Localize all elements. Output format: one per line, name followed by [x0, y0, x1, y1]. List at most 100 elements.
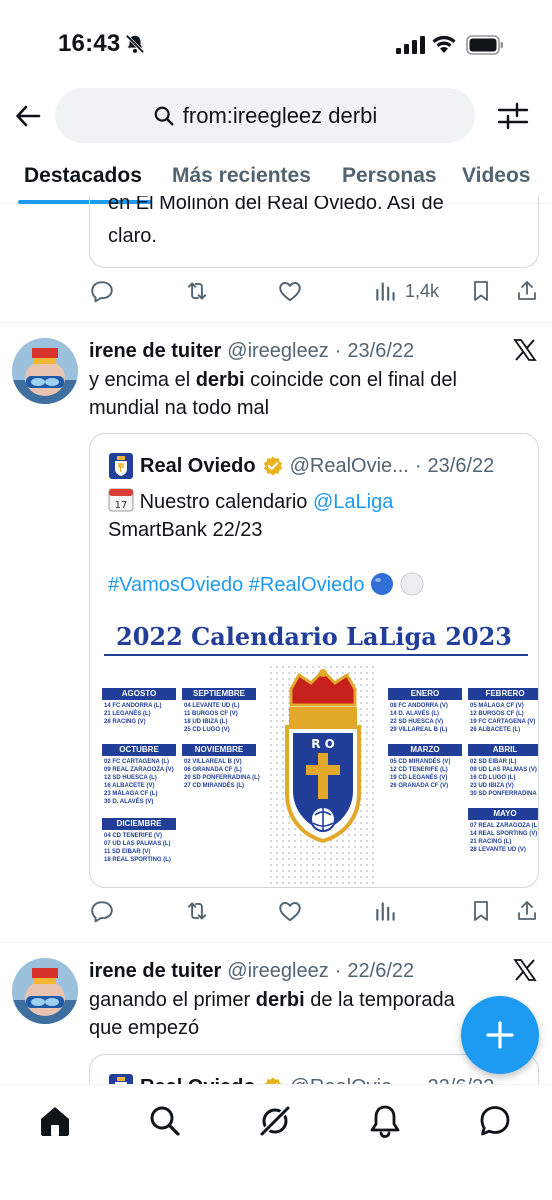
calendar-month-header: OCTUBRE: [102, 744, 176, 756]
calendar-fixture: 16 CD LUGO (L): [470, 775, 516, 781]
avatar[interactable]: [12, 958, 78, 1024]
search-header: from:ireegleez derbi: [0, 88, 552, 144]
calendar-fixture: 14 D. ALAVÉS (L): [390, 711, 440, 717]
views-icon: [376, 902, 395, 921]
retweet-button[interactable]: [183, 898, 211, 924]
calendar-fixture: 05 CD MIRANDÉS (V): [390, 759, 451, 765]
svg-text:17: 17: [115, 500, 128, 511]
search-filter-icon[interactable]: [497, 102, 529, 130]
tweet-actions: 1,4k: [89, 278, 544, 308]
calendar-emoji-icon: 17: [108, 488, 134, 512]
bookmark-button[interactable]: [469, 898, 493, 924]
calendar-fixture: 05 MÁLAGA CF (V): [470, 703, 524, 709]
retweet-icon: [187, 902, 207, 920]
calendar-fixture: 23 UD IBIZA (V): [470, 783, 514, 789]
quote-text: 17 Nuestro calendario @LaLiga SmartBank …: [108, 486, 528, 544]
calendar-fixture: 29 VILLAREAL B (L): [390, 727, 448, 733]
tweet-text: ganando el primer derbi de la temporada …: [89, 989, 455, 1039]
bookmark-icon: [474, 281, 488, 301]
tab-personas[interactable]: Personas: [342, 164, 437, 188]
reply-button[interactable]: [89, 898, 115, 924]
calendar-fixture: 27 CD MIRANDÉS (L): [184, 783, 245, 789]
status-time: 16:43: [58, 30, 121, 57]
calendar-fixture: 23 MÁLAGA CF (L): [104, 791, 158, 797]
bookmark-button[interactable]: [469, 278, 493, 304]
calendar-fixture: 30 SD PONFERRADINA (L): [470, 791, 539, 797]
calendar-fixture: 04 LEVANTE UD (L): [184, 703, 240, 709]
tweet-divider: [0, 942, 552, 943]
x-logo-icon[interactable]: [513, 338, 537, 362]
calendar-image[interactable]: 2022 Calendario LaLiga 2023 AGOSTO 14 FC …: [100, 614, 538, 884]
compose-button[interactable]: [461, 996, 539, 1074]
tweet-date[interactable]: 22/6/22: [347, 960, 414, 983]
home-icon[interactable]: [37, 1103, 73, 1139]
search-icon[interactable]: [147, 1103, 183, 1139]
plus-icon: [486, 1021, 514, 1049]
calendar-fixture: 26 GRANADA CF (V): [390, 783, 449, 789]
calendar-fixture: 09 REAL ZARAGOZA (V): [104, 767, 174, 773]
calendar-fixture: 18 UD IBIZA (L): [184, 719, 228, 725]
author-name[interactable]: irene de tuiter: [89, 960, 221, 983]
calendar-fixture: 02 SD EIBAR (L): [470, 759, 517, 765]
calendar-fixture: 12 CD TENERIFE (L): [390, 767, 448, 773]
calendar-title: 2022 Calendario LaLiga 2023: [116, 622, 512, 651]
calendar-month-header: FEBRERO: [468, 688, 538, 700]
cellular-signal-icon: [396, 36, 425, 54]
quote-author-handle: @RealOvie...: [289, 454, 409, 477]
tweet-divider: [0, 322, 552, 323]
real-oviedo-logo-icon: [109, 453, 133, 479]
tab-destacados[interactable]: Destacados: [24, 164, 142, 188]
mention-link[interactable]: @LaLiga: [313, 491, 393, 513]
avatar[interactable]: [12, 338, 78, 404]
views-button[interactable]: [373, 898, 399, 924]
author-handle[interactable]: @ireegleez: [227, 340, 328, 363]
calendar-fixture: 09 UD LAS PALMAS (V): [470, 767, 537, 773]
back-arrow-icon[interactable]: [14, 102, 42, 130]
calendar-month-header: SEPTIEMBRE: [182, 688, 256, 700]
retweet-icon: [187, 282, 207, 300]
quoted-tweet[interactable]: Real Oviedo @RealOvie... · 23/6/22 17 Nu…: [89, 433, 539, 888]
grok-icon[interactable]: [257, 1103, 293, 1139]
calendar-fixture: 21 RACING (L): [470, 839, 512, 845]
real-oviedo-crest-icon: R O: [285, 669, 361, 844]
views-button[interactable]: 1,4k: [373, 278, 439, 304]
calendar-fixture: 12 BURGOS CF (L): [470, 711, 524, 717]
share-icon: [518, 281, 536, 300]
calendar-month-header: ENERO: [388, 688, 462, 700]
tab-videos[interactable]: Videos: [462, 164, 530, 188]
share-button[interactable]: [515, 898, 539, 924]
like-button[interactable]: [277, 898, 303, 924]
quote-text-last: claro.: [108, 225, 157, 247]
dot-separator: ·: [334, 960, 342, 982]
messages-icon[interactable]: [477, 1103, 513, 1139]
views-icon: [376, 282, 395, 301]
author-handle[interactable]: @ireegleez: [227, 960, 328, 983]
calendar-fixture: 22 SD HUESCA (V): [390, 719, 444, 725]
tweet-text: y encima el derbi coincide con el final …: [89, 369, 457, 419]
calendar-month-header: AGOSTO: [102, 688, 176, 700]
search-icon: [154, 106, 174, 125]
bookmark-icon: [474, 901, 488, 921]
calendar-fixture: 14 REAL SPORTING (V): [470, 831, 538, 837]
x-logo-icon[interactable]: [513, 958, 537, 982]
partial-quoted-tweet[interactable]: en El Molinón del Real Oviedo. Así de cl…: [89, 196, 539, 268]
hashtag-links[interactable]: #VamosOviedo #RealOviedo: [108, 574, 364, 596]
quote-text-cut: en El Molinón del Real Oviedo. Así de: [108, 196, 444, 214]
retweet-button[interactable]: [183, 278, 211, 304]
like-button[interactable]: [277, 278, 303, 304]
calendar-fixture: 11 BURGOS CF (V): [184, 711, 238, 717]
blue-circle-emoji-icon: [371, 573, 393, 595]
dot-separator: ·: [414, 454, 422, 477]
share-button[interactable]: [515, 278, 539, 304]
tab-mas-recientes[interactable]: Más recientes: [172, 164, 311, 188]
calendar-fixture: 30 D. ALAVÉS (V): [104, 799, 154, 805]
quote-header: Real Oviedo @RealOvie... · 23/6/22: [108, 452, 494, 480]
calendar-fixture: 16 ALBACETE (V): [104, 783, 155, 789]
tweet-date[interactable]: 23/6/22: [347, 340, 414, 363]
search-input[interactable]: from:ireegleez derbi: [55, 88, 475, 143]
author-name[interactable]: irene de tuiter: [89, 340, 221, 363]
search-query: from:ireegleez derbi: [182, 102, 378, 128]
notifications-bell-icon[interactable]: [367, 1103, 403, 1139]
white-circle-emoji-icon: [400, 572, 424, 596]
reply-button[interactable]: [89, 278, 115, 304]
